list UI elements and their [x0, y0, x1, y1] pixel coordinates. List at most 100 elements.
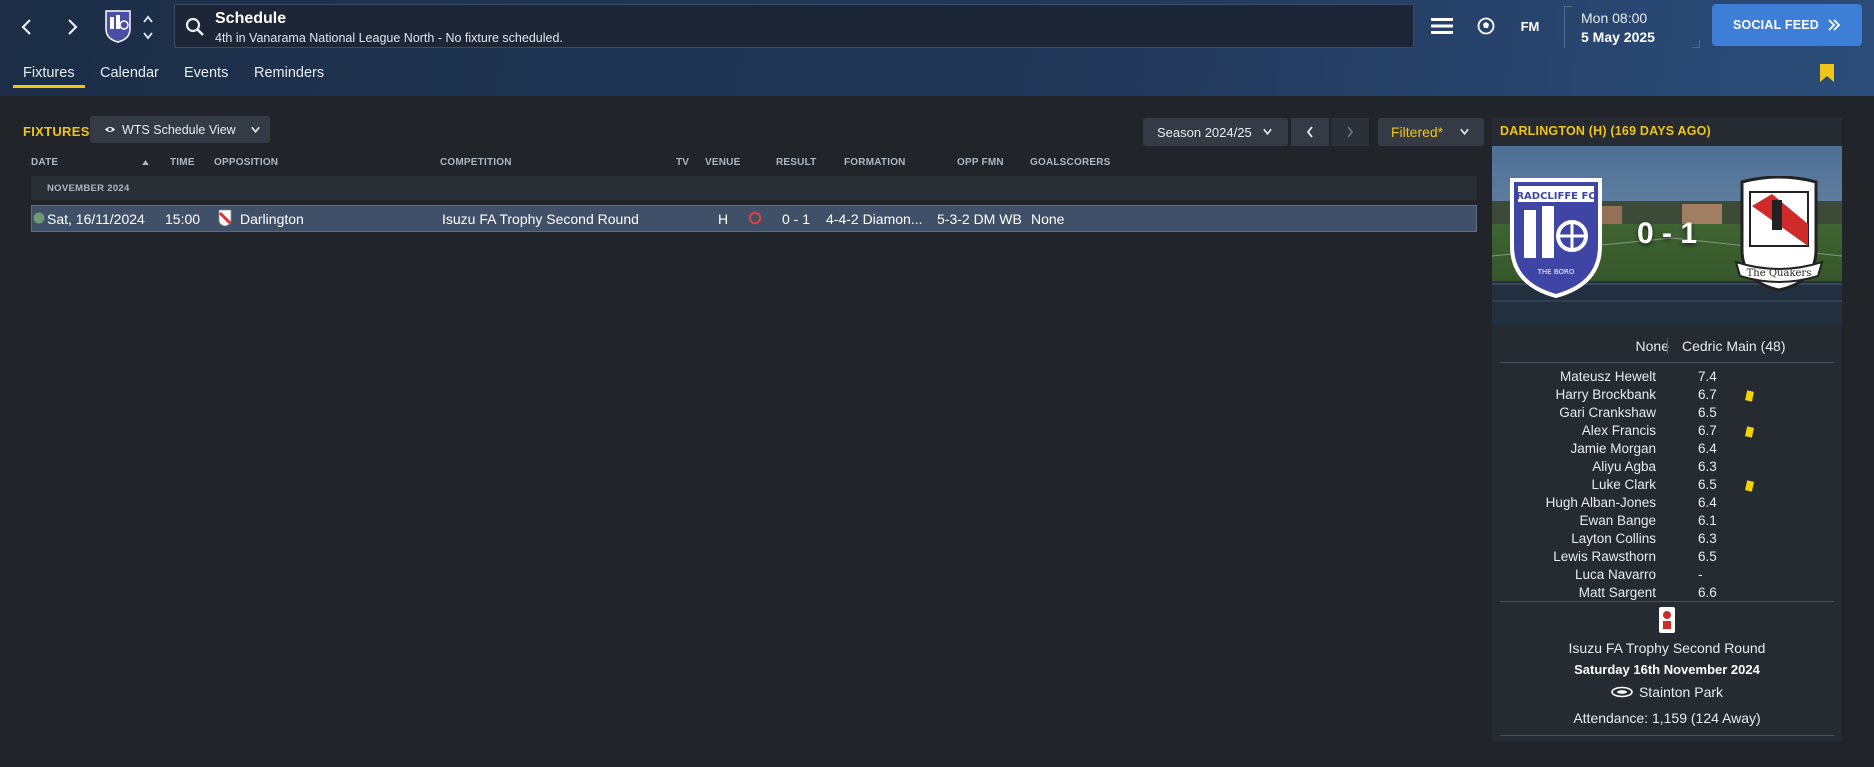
player-name[interactable]: Matt Sargent: [1579, 585, 1656, 600]
club-switcher[interactable]: [140, 10, 156, 40]
chevron-right-icon: [1347, 126, 1354, 138]
chevron-left-icon: [1306, 126, 1313, 138]
player-rating: -: [1698, 567, 1703, 582]
chevron-up-icon[interactable]: [142, 10, 154, 23]
fixtures-section-title: FIXTURES: [23, 124, 90, 139]
menu-button[interactable]: [1430, 14, 1454, 38]
column-header-formation[interactable]: FORMATION: [844, 157, 906, 168]
chevron-left-icon: [21, 19, 31, 35]
player-name[interactable]: Aliyu Agba: [1592, 459, 1656, 474]
player-rating: 6.3: [1698, 459, 1717, 474]
player-rating: 6.7: [1698, 423, 1717, 438]
tab-calendar[interactable]: Calendar: [100, 65, 159, 81]
player-name[interactable]: Lewis Rawsthorn: [1553, 549, 1656, 564]
column-header-goalscorers[interactable]: GOALSCORERS: [1030, 157, 1111, 168]
player-name[interactable]: Ewan Bange: [1579, 513, 1656, 528]
fixture-venue: H: [718, 211, 729, 227]
loss-indicator-icon: [748, 211, 762, 225]
player-name[interactable]: Luca Navarro: [1575, 567, 1656, 582]
column-header-result[interactable]: RESULT: [776, 157, 816, 168]
eye-icon: [104, 126, 116, 133]
player-name[interactable]: Harry Brockbank: [1555, 387, 1656, 402]
match-stadium[interactable]: Stainton Park: [1492, 684, 1842, 700]
game-date: 5 May 2025: [1581, 29, 1655, 45]
view-selector-button[interactable]: WTS Schedule View: [90, 116, 270, 143]
column-header-opposition[interactable]: OPPOSITION: [214, 157, 278, 168]
player-rating-row[interactable]: Harry Brockbank 6.7: [1492, 387, 1842, 405]
table-row[interactable]: Sat, 16/11/2024 15:00 Darlington Isuzu F…: [31, 205, 1477, 232]
player-rating: 6.1: [1698, 513, 1717, 528]
fixture-result[interactable]: 0 - 1: [782, 211, 810, 227]
home-goalscorers: None: [1635, 338, 1669, 354]
player-name[interactable]: Hugh Alban-Jones: [1546, 495, 1656, 510]
column-header-date[interactable]: DATE: [31, 157, 58, 168]
player-rating-row[interactable]: Mateusz Hewelt 7.4: [1492, 369, 1842, 387]
player-rating-row[interactable]: Lewis Rawsthorn 6.5: [1492, 549, 1842, 567]
column-header-venue[interactable]: VENUE: [705, 157, 740, 168]
player-rating: 6.6: [1698, 585, 1717, 600]
player-rating-row[interactable]: Aliyu Agba 6.3: [1492, 459, 1842, 477]
column-header-tv[interactable]: TV: [676, 157, 689, 168]
player-name[interactable]: Jamie Morgan: [1570, 441, 1656, 456]
trophy-icon: [1659, 607, 1675, 633]
match-attendance: Attendance: 1,159 (124 Away): [1573, 710, 1761, 726]
yellow-card-icon: [1745, 390, 1754, 402]
match-competition[interactable]: Isuzu FA Trophy Second Round: [1492, 640, 1842, 656]
away-goalscorers[interactable]: Cedric Main (48): [1682, 338, 1785, 354]
back-button[interactable]: [12, 12, 42, 42]
player-rating: 6.4: [1698, 495, 1717, 510]
player-rating-row[interactable]: Ewan Bange 6.1: [1492, 513, 1842, 531]
player-name[interactable]: Gari Crankshaw: [1559, 405, 1656, 420]
game-datetime[interactable]: Mon 08:00 5 May 2025: [1564, 6, 1700, 48]
player-rating-row[interactable]: Luca Navarro -: [1492, 567, 1842, 585]
bookmark-icon[interactable]: [1820, 64, 1834, 82]
player-rating-row[interactable]: Layton Collins 6.3: [1492, 531, 1842, 549]
player-rating-row[interactable]: Alex Francis 6.7: [1492, 423, 1842, 441]
column-header-opp-formation[interactable]: OPP FMN: [957, 157, 1004, 168]
fixture-competition[interactable]: Isuzu FA Trophy Second Round: [442, 211, 639, 227]
match-details-title[interactable]: DARLINGTON (H) (169 DAYS AGO): [1500, 124, 1711, 138]
fm-logo-button[interactable]: FM: [1517, 14, 1543, 38]
hamburger-menu-icon: [1431, 18, 1453, 34]
player-name[interactable]: Alex Francis: [1582, 423, 1656, 438]
sort-ascending-icon[interactable]: [142, 160, 149, 165]
divider: [1500, 362, 1834, 363]
column-header-time[interactable]: TIME: [170, 157, 195, 168]
next-season-button[interactable]: [1331, 118, 1369, 146]
player-rating: 6.3: [1698, 531, 1717, 546]
svg-text:The Quakers: The Quakers: [1747, 268, 1812, 279]
stadium-name: Stainton Park: [1638, 684, 1724, 700]
chevron-down-icon[interactable]: [142, 27, 154, 40]
player-name[interactable]: Luke Clark: [1591, 477, 1656, 492]
column-header-competition[interactable]: COMPETITION: [440, 157, 512, 168]
football-icon: [1477, 17, 1495, 35]
search-bar[interactable]: Schedule 4th in Vanarama National League…: [174, 4, 1414, 48]
page-title: Schedule: [215, 10, 287, 27]
player-name[interactable]: Layton Collins: [1571, 531, 1656, 546]
player-rating-row[interactable]: Gari Crankshaw 6.5: [1492, 405, 1842, 423]
football-button[interactable]: [1475, 14, 1497, 38]
player-rating: 6.4: [1698, 441, 1717, 456]
player-rating: 6.5: [1698, 477, 1717, 492]
season-selector-button[interactable]: Season 2024/25: [1143, 118, 1288, 146]
chevron-down-icon: [1262, 128, 1272, 136]
player-name[interactable]: Mateusz Hewelt: [1560, 369, 1656, 384]
player-rating-row[interactable]: Luke Clark 6.5: [1492, 477, 1842, 495]
fixture-opposition[interactable]: Darlington: [240, 211, 304, 227]
tab-reminders[interactable]: Reminders: [254, 65, 324, 81]
social-feed-button[interactable]: SOCIAL FEED: [1712, 4, 1862, 46]
tab-events[interactable]: Events: [184, 65, 228, 81]
main-content: FIXTURES WTS Schedule View Season 2024/2…: [0, 96, 1874, 767]
player-rating: 7.4: [1698, 369, 1717, 384]
player-rating-row[interactable]: Hugh Alban-Jones 6.4: [1492, 495, 1842, 513]
filter-button[interactable]: Filtered*: [1378, 118, 1484, 146]
fixture-time: 15:00: [165, 211, 201, 227]
previous-season-button[interactable]: [1291, 118, 1329, 146]
divider: [1500, 601, 1834, 602]
tab-fixtures[interactable]: Fixtures: [13, 65, 85, 88]
club-badge-button[interactable]: [104, 9, 132, 43]
stadium-icon: [1611, 686, 1633, 698]
forward-button[interactable]: [57, 12, 87, 42]
game-time: Mon 08:00: [1581, 10, 1648, 26]
player-rating-row[interactable]: Jamie Morgan 6.4: [1492, 441, 1842, 459]
